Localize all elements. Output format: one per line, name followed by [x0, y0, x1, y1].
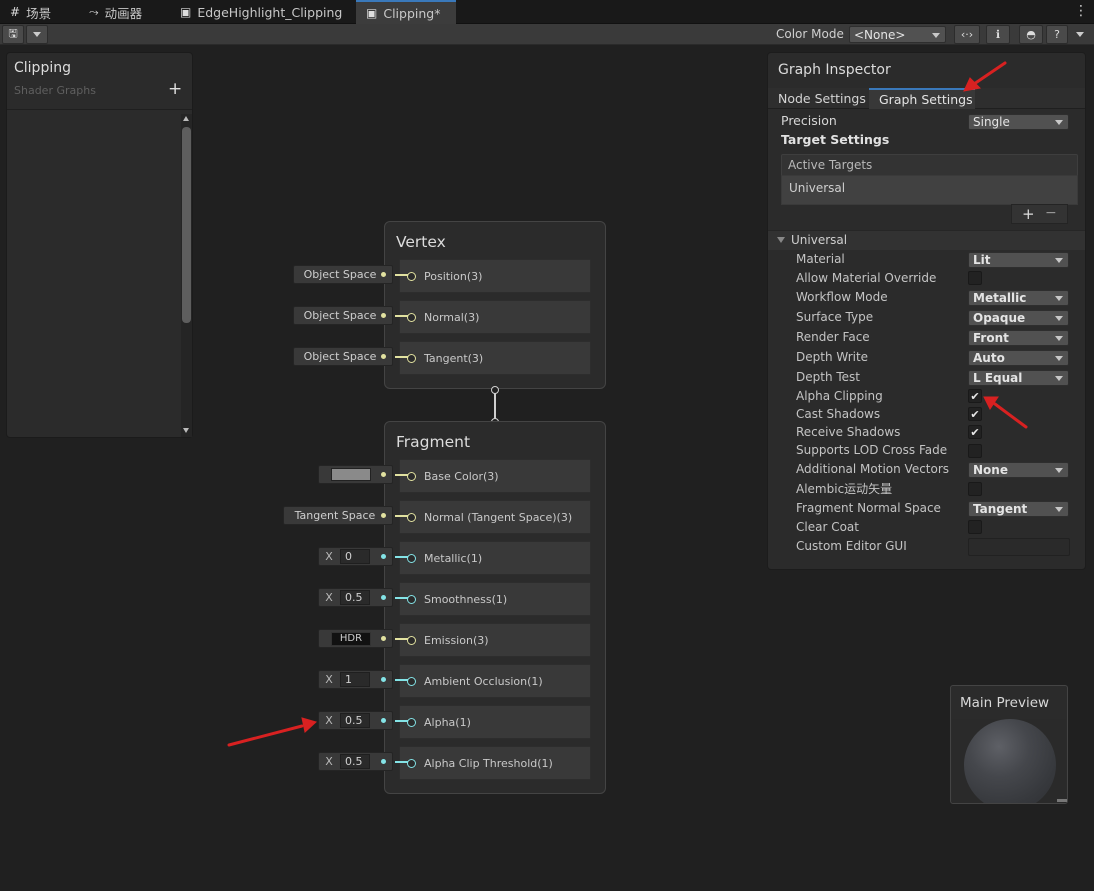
annotation-arrow	[972, 61, 1007, 86]
annotation-arrow-head	[301, 717, 318, 733]
annotation-arrow	[227, 724, 304, 747]
annotation-overlay	[227, 61, 1028, 747]
annotation-arrow	[993, 402, 1028, 429]
